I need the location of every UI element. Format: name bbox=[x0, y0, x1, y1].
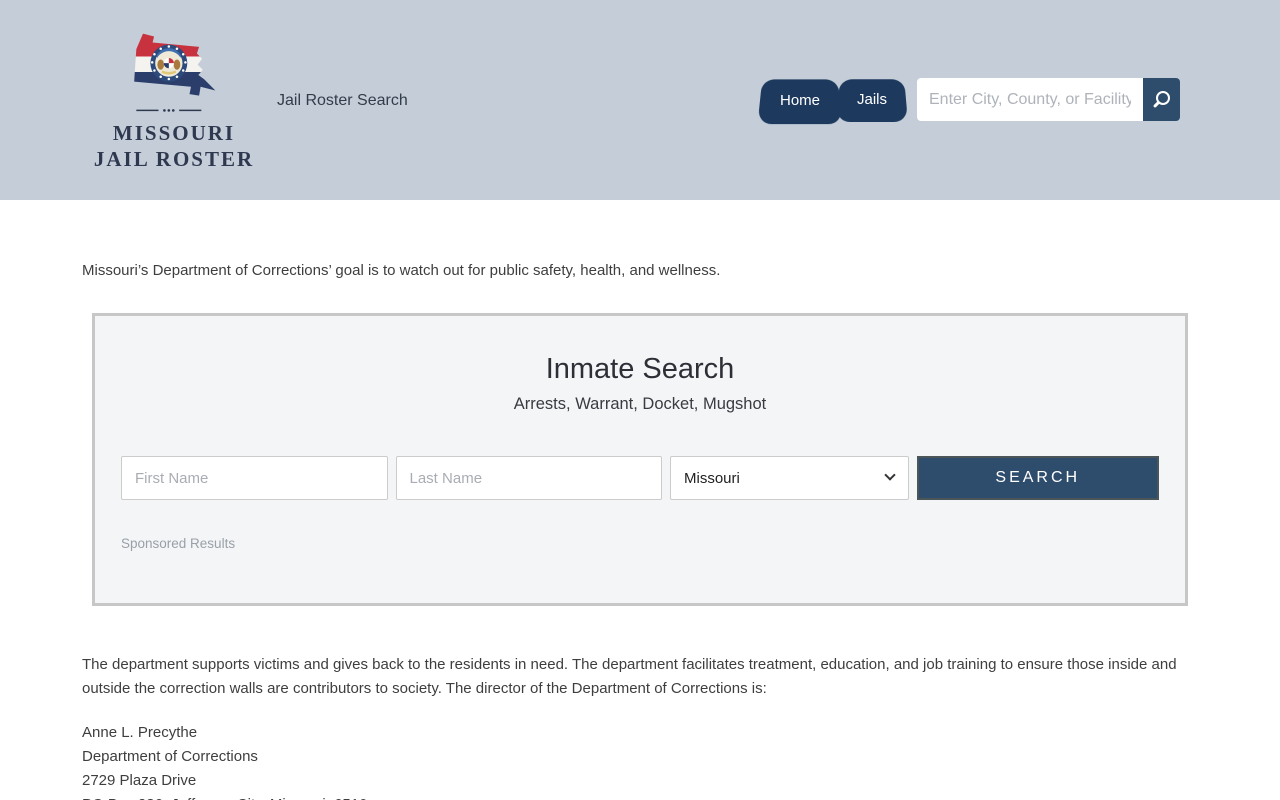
address-street: 2729 Plaza Drive bbox=[82, 769, 1198, 793]
address-city: PO Box 236, Jefferson City, Missouri, 65… bbox=[82, 793, 1198, 800]
address-name: Anne L. Precythe bbox=[82, 721, 1198, 745]
logo-line-2: JAIL ROSTER bbox=[94, 146, 254, 172]
address-department: Department of Corrections bbox=[82, 745, 1198, 769]
sponsored-results-label: Sponsored Results bbox=[121, 536, 1159, 551]
nav-home-label: Home bbox=[780, 92, 820, 109]
inmate-search-subtitle: Arrests, Warrant, Docket, Mugshot bbox=[121, 395, 1159, 414]
facility-search-input[interactable] bbox=[917, 78, 1143, 121]
first-name-input[interactable] bbox=[121, 456, 388, 500]
inmate-search-title: Inmate Search bbox=[121, 352, 1159, 386]
state-select[interactable]: Missouri bbox=[670, 456, 909, 500]
site-header: MISSOURI JAIL ROSTER Jail Roster Search … bbox=[0, 0, 1280, 200]
main-nav: Home Jails bbox=[760, 78, 906, 123]
department-description: The department supports victims and give… bbox=[82, 653, 1198, 701]
facility-search-button[interactable] bbox=[1143, 78, 1180, 121]
search-icon bbox=[1155, 91, 1170, 106]
director-address-block: Anne L. Precythe Department of Correctio… bbox=[82, 721, 1198, 800]
facility-search bbox=[917, 78, 1180, 121]
nav-item-jails[interactable]: Jails bbox=[838, 78, 906, 121]
logo-line-1: MISSOURI bbox=[94, 120, 254, 146]
last-name-input[interactable] bbox=[396, 456, 663, 500]
site-logo[interactable]: MISSOURI JAIL ROSTER bbox=[113, 26, 235, 172]
missouri-flag-logo bbox=[126, 26, 222, 118]
logo-wordmark: MISSOURI JAIL ROSTER bbox=[94, 120, 254, 172]
inmate-search-form: Missouri SEARCH bbox=[121, 456, 1159, 500]
nav-jails-label: Jails bbox=[857, 91, 887, 108]
main-content: Missouri’s Department of Corrections’ go… bbox=[82, 260, 1198, 800]
inmate-search-button[interactable]: SEARCH bbox=[917, 456, 1160, 500]
state-select-wrap: Missouri bbox=[670, 456, 909, 500]
state-seal bbox=[150, 45, 187, 82]
inmate-search-panel: Inmate Search Arrests, Warrant, Docket, … bbox=[92, 313, 1188, 606]
nav-item-home[interactable]: Home bbox=[760, 78, 840, 123]
page-title: Jail Roster Search bbox=[277, 92, 408, 110]
intro-text: Missouri’s Department of Corrections’ go… bbox=[82, 260, 1198, 282]
header-right: Home Jails bbox=[760, 78, 1180, 123]
